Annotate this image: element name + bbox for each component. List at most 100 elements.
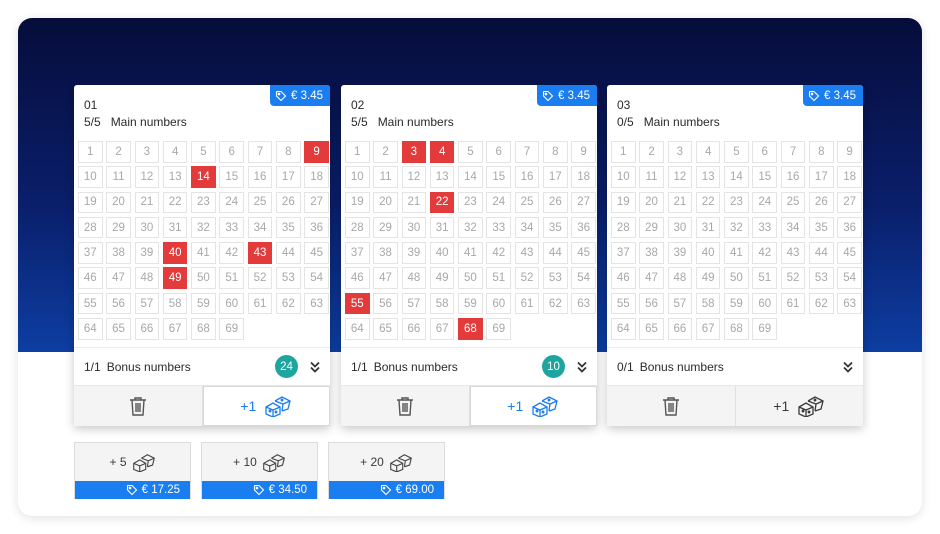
- number-cell[interactable]: 12: [667, 166, 693, 188]
- number-cell[interactable]: 24: [486, 191, 511, 214]
- number-cell[interactable]: 46: [611, 267, 636, 289]
- number-cell[interactable]: 68: [724, 318, 749, 340]
- number-cell[interactable]: 20: [106, 191, 131, 214]
- add-5-tickets-button[interactable]: + 5 € 17.25: [74, 442, 191, 499]
- number-cell[interactable]: 35: [543, 216, 568, 239]
- number-cell[interactable]: 69: [219, 318, 244, 340]
- number-cell[interactable]: 47: [106, 267, 131, 289]
- quick-pick-button[interactable]: +1: [469, 386, 597, 426]
- number-cell[interactable]: 18: [304, 166, 329, 188]
- number-cell[interactable]: 15: [486, 166, 511, 188]
- bonus-numbers-row[interactable]: 1/1 Bonus numbers 24: [74, 347, 330, 385]
- bonus-number-ball[interactable]: 24: [275, 355, 298, 378]
- number-cell[interactable]: 68: [458, 318, 483, 340]
- number-cell[interactable]: 54: [837, 267, 862, 289]
- number-cell[interactable]: 61: [247, 292, 273, 315]
- number-cell[interactable]: 63: [304, 292, 329, 315]
- number-cell[interactable]: 33: [219, 216, 244, 239]
- number-cell[interactable]: 26: [276, 191, 301, 214]
- number-cell[interactable]: 33: [486, 216, 511, 239]
- number-cell[interactable]: 23: [458, 191, 483, 214]
- number-cell[interactable]: 5: [191, 141, 216, 163]
- number-cell[interactable]: 10: [345, 166, 370, 188]
- number-cell[interactable]: 28: [611, 216, 636, 239]
- number-cell[interactable]: 53: [276, 267, 301, 289]
- number-cell[interactable]: 40: [695, 242, 721, 264]
- number-cell[interactable]: 45: [571, 242, 596, 264]
- number-cell[interactable]: 13: [429, 166, 455, 188]
- number-cell[interactable]: 38: [639, 242, 664, 264]
- delete-ticket-button[interactable]: [74, 386, 203, 426]
- number-cell[interactable]: 55: [611, 292, 636, 315]
- number-cell[interactable]: 63: [571, 292, 596, 315]
- number-cell[interactable]: 47: [639, 267, 664, 289]
- number-cell[interactable]: 14: [458, 166, 483, 188]
- number-cell[interactable]: 20: [373, 191, 398, 214]
- number-cell[interactable]: 67: [429, 318, 455, 340]
- number-cell[interactable]: 18: [837, 166, 862, 188]
- number-cell[interactable]: 9: [304, 141, 329, 163]
- number-cell[interactable]: 22: [695, 191, 721, 214]
- number-cell[interactable]: 1: [78, 141, 103, 163]
- number-cell[interactable]: 26: [809, 191, 834, 214]
- number-cell[interactable]: 15: [219, 166, 244, 188]
- number-cell[interactable]: 21: [134, 191, 160, 214]
- number-cell[interactable]: 11: [106, 166, 131, 188]
- number-cell[interactable]: 38: [373, 242, 398, 264]
- number-cell[interactable]: 61: [780, 292, 806, 315]
- number-cell[interactable]: 65: [639, 318, 664, 340]
- number-cell[interactable]: 41: [458, 242, 483, 264]
- number-cell[interactable]: 56: [373, 292, 398, 315]
- number-cell[interactable]: 2: [373, 141, 398, 163]
- number-cell[interactable]: 50: [458, 267, 483, 289]
- number-cell[interactable]: 13: [695, 166, 721, 188]
- number-cell[interactable]: 58: [429, 292, 455, 315]
- number-cell[interactable]: 34: [780, 216, 806, 239]
- number-cell[interactable]: 2: [106, 141, 131, 163]
- number-cell[interactable]: 61: [514, 292, 540, 315]
- number-cell[interactable]: 30: [667, 216, 693, 239]
- number-cell[interactable]: 25: [514, 191, 540, 214]
- number-cell[interactable]: 4: [695, 141, 721, 163]
- number-cell[interactable]: 42: [752, 242, 777, 264]
- number-cell[interactable]: 27: [837, 191, 862, 214]
- number-cell[interactable]: 5: [724, 141, 749, 163]
- number-cell[interactable]: 17: [276, 166, 301, 188]
- number-cell[interactable]: 36: [304, 216, 329, 239]
- number-cell[interactable]: 57: [401, 292, 427, 315]
- number-cell[interactable]: 20: [639, 191, 664, 214]
- add-10-tickets-button[interactable]: + 10 € 34.50: [201, 442, 318, 499]
- number-cell[interactable]: 35: [276, 216, 301, 239]
- number-cell[interactable]: 39: [401, 242, 427, 264]
- number-cell[interactable]: 28: [78, 216, 103, 239]
- number-cell[interactable]: 67: [162, 318, 188, 340]
- number-cell[interactable]: 25: [780, 191, 806, 214]
- number-cell[interactable]: 1: [611, 141, 636, 163]
- number-cell[interactable]: 54: [571, 267, 596, 289]
- number-cell[interactable]: 66: [134, 318, 160, 340]
- number-cell[interactable]: 27: [571, 191, 596, 214]
- number-cell[interactable]: 59: [191, 292, 216, 315]
- number-cell[interactable]: 28: [345, 216, 370, 239]
- number-cell[interactable]: 37: [78, 242, 103, 264]
- number-cell[interactable]: 9: [571, 141, 596, 163]
- number-cell[interactable]: 22: [429, 191, 455, 214]
- number-cell[interactable]: 35: [809, 216, 834, 239]
- number-cell[interactable]: 46: [78, 267, 103, 289]
- number-cell[interactable]: 7: [514, 141, 540, 163]
- number-cell[interactable]: 32: [191, 216, 216, 239]
- number-cell[interactable]: 62: [543, 292, 568, 315]
- number-cell[interactable]: 27: [304, 191, 329, 214]
- number-cell[interactable]: 64: [78, 318, 103, 340]
- number-cell[interactable]: 31: [695, 216, 721, 239]
- number-cell[interactable]: 48: [401, 267, 427, 289]
- number-cell[interactable]: 43: [247, 242, 273, 264]
- number-cell[interactable]: 60: [752, 292, 777, 315]
- number-cell[interactable]: 51: [219, 267, 244, 289]
- number-cell[interactable]: 17: [809, 166, 834, 188]
- number-cell[interactable]: 48: [667, 267, 693, 289]
- quick-pick-button[interactable]: +1: [202, 386, 330, 426]
- number-cell[interactable]: 15: [752, 166, 777, 188]
- number-cell[interactable]: 22: [162, 191, 188, 214]
- number-cell[interactable]: 52: [247, 267, 273, 289]
